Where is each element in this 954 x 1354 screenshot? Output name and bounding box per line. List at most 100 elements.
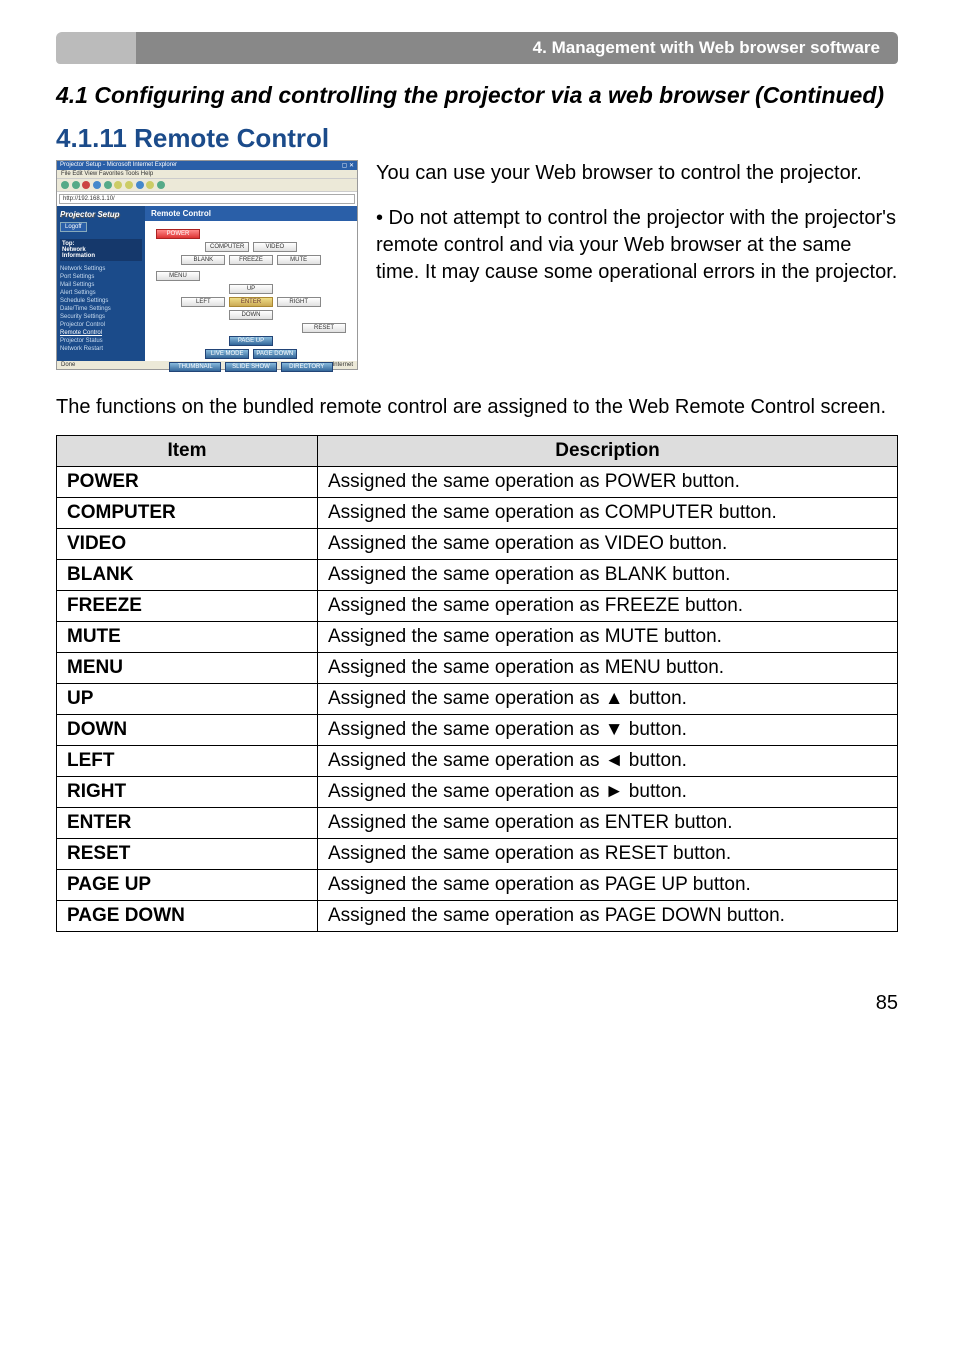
th-item: Item: [57, 436, 318, 467]
slideshow-button[interactable]: SLIDE SHOW: [225, 362, 277, 372]
table-row: MUTEAssigned the same operation as MUTE …: [57, 622, 898, 653]
table-row: UPAssigned the same operation as ▲ butto…: [57, 684, 898, 715]
description-cell: Assigned the same operation as MENU butt…: [318, 653, 898, 684]
mute-button[interactable]: MUTE: [277, 255, 321, 265]
table-row: RESETAssigned the same operation as RESE…: [57, 839, 898, 870]
intro-paragraph-1: You can use your Web browser to control …: [376, 160, 898, 187]
th-description: Description: [318, 436, 898, 467]
table-row: COMPUTERAssigned the same operation as C…: [57, 498, 898, 529]
sidebar-item[interactable]: Port Settings: [60, 273, 142, 281]
item-cell: ENTER: [57, 808, 318, 839]
item-cell: RIGHT: [57, 777, 318, 808]
sidebar-item[interactable]: Network Restart: [60, 345, 142, 353]
item-cell: PAGE UP: [57, 870, 318, 901]
item-cell: COMPUTER: [57, 498, 318, 529]
table-row: PAGE DOWNAssigned the same operation as …: [57, 901, 898, 932]
sidebar-item[interactable]: Projector Status: [60, 337, 142, 345]
table-row: DOWNAssigned the same operation as ▼ but…: [57, 715, 898, 746]
item-cell: DOWN: [57, 715, 318, 746]
ie-title-bar: Projector Setup - Microsoft Internet Exp…: [57, 161, 357, 170]
function-table: Item Description POWERAssigned the same …: [56, 435, 898, 932]
chapter-header: 4. Management with Web browser software: [56, 32, 898, 64]
table-row: FREEZEAssigned the same operation as FRE…: [57, 591, 898, 622]
table-row: PAGE UPAssigned the same operation as PA…: [57, 870, 898, 901]
sidebar-item-current[interactable]: Remote Control: [60, 329, 142, 337]
table-row: POWERAssigned the same operation as POWE…: [57, 467, 898, 498]
sidebar-item[interactable]: Projector Control: [60, 321, 142, 329]
reset-button[interactable]: RESET: [302, 323, 346, 333]
logoff-button[interactable]: Logoff: [60, 222, 87, 232]
search-icon: [114, 181, 122, 189]
mail-icon: [146, 181, 154, 189]
description-cell: Assigned the same operation as MUTE butt…: [318, 622, 898, 653]
forward-icon: [72, 181, 80, 189]
power-button[interactable]: POWER: [156, 229, 200, 239]
item-cell: UP: [57, 684, 318, 715]
pagedown-button[interactable]: PAGE DOWN: [253, 349, 297, 359]
down-button[interactable]: DOWN: [229, 310, 273, 320]
description-cell: Assigned the same operation as PAGE DOWN…: [318, 901, 898, 932]
sidebar-group: Top: Network Information: [60, 239, 142, 261]
back-icon: [61, 181, 69, 189]
description-cell: Assigned the same operation as PAGE UP b…: [318, 870, 898, 901]
sidebar-item[interactable]: Schedule Settings: [60, 297, 142, 305]
sidebar-heading: Projector Setup: [60, 210, 142, 219]
status-left: Done: [61, 362, 75, 368]
description-cell: Assigned the same operation as POWER but…: [318, 467, 898, 498]
video-button[interactable]: VIDEO: [253, 242, 297, 252]
table-row: MENUAssigned the same operation as MENU …: [57, 653, 898, 684]
sidebar-item[interactable]: Mail Settings: [60, 281, 142, 289]
description-cell: Assigned the same operation as COMPUTER …: [318, 498, 898, 529]
intro-paragraph-2: • Do not attempt to control the projecto…: [376, 205, 898, 286]
status-right: Internet: [333, 362, 353, 368]
item-cell: MUTE: [57, 622, 318, 653]
item-cell: VIDEO: [57, 529, 318, 560]
left-button[interactable]: LEFT: [181, 297, 225, 307]
description-cell: Assigned the same operation as BLANK but…: [318, 560, 898, 591]
item-cell: FREEZE: [57, 591, 318, 622]
sidebar-item[interactable]: Security Settings: [60, 313, 142, 321]
menu-button[interactable]: MENU: [156, 271, 200, 281]
item-cell: RESET: [57, 839, 318, 870]
computer-button[interactable]: COMPUTER: [205, 242, 249, 252]
ie-address-bar: http://192.168.1.10/: [59, 194, 355, 204]
ie-menu-bar: File Edit View Favorites Tools Help: [57, 170, 357, 178]
ie-toolbar: [57, 178, 357, 192]
up-button[interactable]: UP: [229, 284, 273, 294]
sidebar-item[interactable]: Network Settings: [60, 265, 142, 273]
table-row: LEFTAssigned the same operation as ◄ but…: [57, 746, 898, 777]
table-row: RIGHTAssigned the same operation as ► bu…: [57, 777, 898, 808]
description-cell: Assigned the same operation as ENTER but…: [318, 808, 898, 839]
livemode-button[interactable]: LIVE MODE: [205, 349, 249, 359]
description-cell: Assigned the same operation as FREEZE bu…: [318, 591, 898, 622]
description-cell: Assigned the same operation as VIDEO but…: [318, 529, 898, 560]
sidebar-item[interactable]: Date/Time Settings: [60, 305, 142, 313]
favorites-icon: [125, 181, 133, 189]
description-cell: Assigned the same operation as ► button.: [318, 777, 898, 808]
print-icon: [157, 181, 165, 189]
table-row: VIDEOAssigned the same operation as VIDE…: [57, 529, 898, 560]
item-cell: POWER: [57, 467, 318, 498]
sidebar-item[interactable]: Alert Settings: [60, 289, 142, 297]
item-cell: PAGE DOWN: [57, 901, 318, 932]
item-cell: MENU: [57, 653, 318, 684]
description-cell: Assigned the same operation as ◄ button.: [318, 746, 898, 777]
pageup-button[interactable]: PAGE UP: [229, 336, 273, 346]
freeze-button[interactable]: FREEZE: [229, 255, 273, 265]
section-title: 4.1 Configuring and controlling the proj…: [56, 82, 898, 109]
table-row: ENTERAssigned the same operation as ENTE…: [57, 808, 898, 839]
history-icon: [136, 181, 144, 189]
blank-button[interactable]: BLANK: [181, 255, 225, 265]
right-button[interactable]: RIGHT: [277, 297, 321, 307]
body-text: The functions on the bundled remote cont…: [56, 394, 898, 421]
enter-button[interactable]: ENTER: [229, 297, 273, 307]
ie-window-title: Projector Setup - Microsoft Internet Exp…: [60, 162, 177, 169]
directory-button[interactable]: DIRECTORY: [281, 362, 333, 372]
home-icon: [104, 181, 112, 189]
thumbnail-button[interactable]: THUMBNAIL: [169, 362, 221, 372]
intro-text: You can use your Web browser to control …: [376, 160, 898, 304]
description-cell: Assigned the same operation as ▲ button.: [318, 684, 898, 715]
item-cell: LEFT: [57, 746, 318, 777]
main-panel: Remote Control POWER COMPUTER VIDEO BLAN…: [145, 206, 357, 361]
item-cell: BLANK: [57, 560, 318, 591]
